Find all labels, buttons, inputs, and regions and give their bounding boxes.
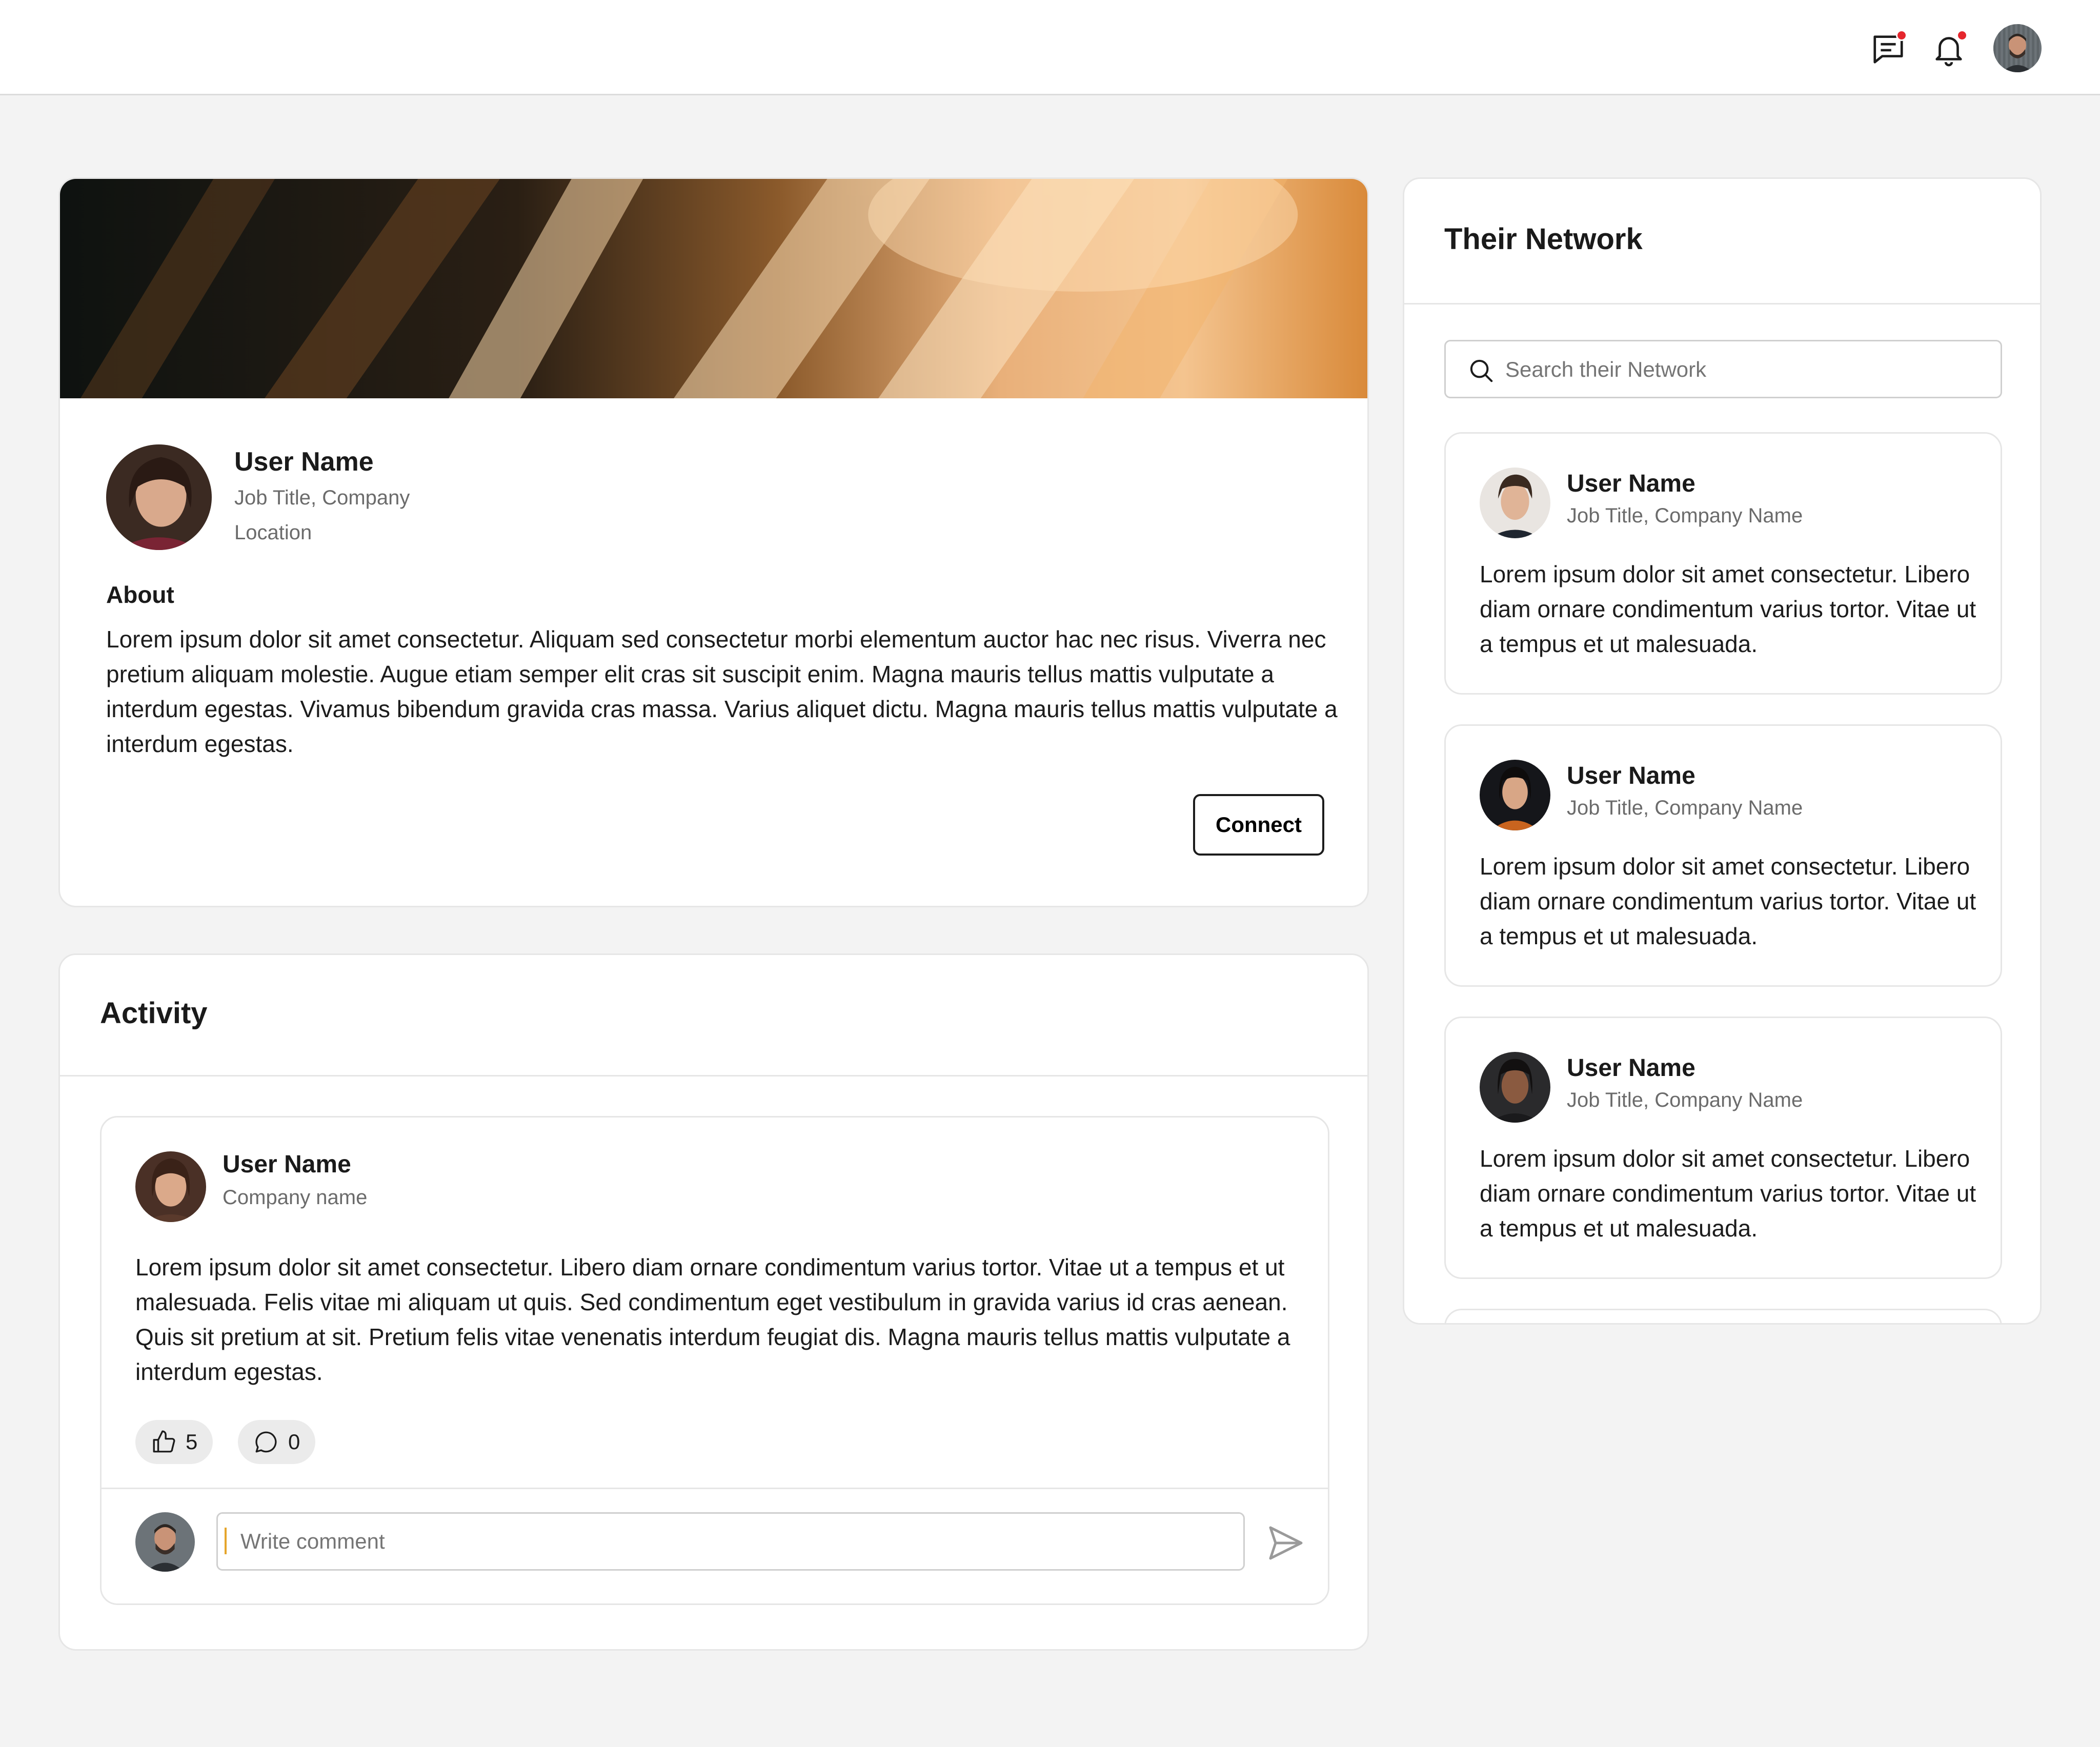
send-comment-button[interactable] xyxy=(1265,1522,1306,1563)
network-user-bio: Lorem ipsum dolor sit amet consectetur. … xyxy=(1480,1145,1976,1242)
profile-avatar xyxy=(106,444,212,550)
network-search[interactable] xyxy=(1444,340,2002,398)
comment-button[interactable]: 0 xyxy=(238,1420,316,1464)
network-user-name: User Name xyxy=(1567,762,1695,789)
activity-post: User Name Company name Lorem ipsum dolor… xyxy=(100,1116,1329,1605)
network-search-input[interactable] xyxy=(1505,351,1982,389)
unread-messages-badge xyxy=(1896,30,1907,41)
network-user-job: Job Title, Company Name xyxy=(1567,797,1803,819)
avatar-image xyxy=(1993,24,2042,72)
network-item[interactable]: User Name Job Title, Company Name Lorem … xyxy=(1444,432,2002,695)
network-item-partial[interactable] xyxy=(1444,1309,2002,1323)
network-card: Their Network User Name Job Title, Compa… xyxy=(1403,177,2042,1325)
post-author-company: Company name xyxy=(223,1186,368,1209)
activity-title: Activity xyxy=(100,997,208,1030)
like-count: 5 xyxy=(186,1430,198,1454)
network-user-job: Job Title, Company Name xyxy=(1567,504,1803,527)
divider xyxy=(60,1075,1367,1076)
divider xyxy=(1404,303,2040,304)
connect-button[interactable]: Connect xyxy=(1193,794,1324,856)
text-caret xyxy=(225,1528,227,1554)
post-author-name[interactable]: User Name xyxy=(223,1150,351,1179)
network-title: Their Network xyxy=(1444,222,1643,256)
profile-card: User Name Job Title, Company Location Ab… xyxy=(58,177,1369,907)
network-user-avatar xyxy=(1480,468,1550,538)
profile-job-title: Job Title, Company xyxy=(234,486,410,509)
post-author-avatar[interactable] xyxy=(135,1151,206,1222)
notifications-button[interactable] xyxy=(1931,30,1968,67)
thumbs-up-icon xyxy=(153,1430,175,1453)
search-icon xyxy=(1470,359,1493,382)
network-user-bio: Lorem ipsum dolor sit amet consectetur. … xyxy=(1480,853,1976,949)
send-icon xyxy=(1269,1526,1303,1560)
network-user-name: User Name xyxy=(1567,1054,1695,1082)
network-user-avatar xyxy=(1480,1052,1550,1123)
like-button[interactable]: 5 xyxy=(135,1420,213,1464)
network-user-name: User Name xyxy=(1567,470,1695,497)
profile-location: Location xyxy=(234,521,312,544)
network-user-bio: Lorem ipsum dolor sit amet consectetur. … xyxy=(1480,561,1976,657)
network-user-avatar xyxy=(1480,760,1550,830)
top-bar xyxy=(0,0,2100,95)
network-item[interactable]: User Name Job Title, Company Name Lorem … xyxy=(1444,724,2002,987)
about-heading: About xyxy=(106,581,174,608)
profile-name: User Name xyxy=(234,447,374,477)
post-body: Lorem ipsum dolor sit amet consectetur. … xyxy=(135,1254,1290,1385)
activity-card: Activity User Name Company name Lorem ip… xyxy=(58,953,1369,1651)
network-item[interactable]: User Name Job Title, Company Name Lorem … xyxy=(1444,1017,2002,1279)
current-user-avatar[interactable] xyxy=(1993,24,2042,72)
commenter-avatar xyxy=(135,1512,195,1572)
messages-button[interactable] xyxy=(1870,30,1907,67)
cover-image xyxy=(60,179,1367,398)
comment-icon xyxy=(255,1431,277,1453)
about-text: Lorem ipsum dolor sit amet consectetur. … xyxy=(106,626,1338,757)
network-user-job: Job Title, Company Name xyxy=(1567,1089,1803,1111)
unread-notifications-badge xyxy=(1956,30,1968,41)
comment-input[interactable] xyxy=(216,1512,1245,1571)
divider xyxy=(102,1488,1328,1489)
comment-count: 0 xyxy=(288,1430,300,1454)
